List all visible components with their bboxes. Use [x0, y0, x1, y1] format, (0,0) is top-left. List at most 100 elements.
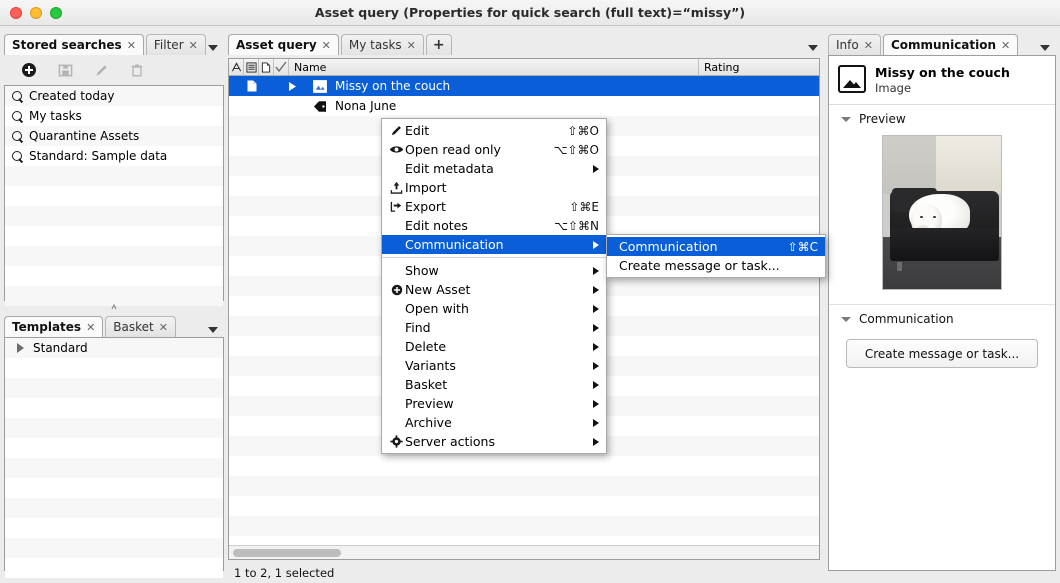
- tab-templates[interactable]: Templates ✕: [4, 316, 103, 337]
- menu-item-label: Edit notes: [405, 218, 544, 233]
- delete-stored-search-button[interactable]: [128, 61, 146, 79]
- submenu-item-communication[interactable]: Communication ⇧⌘C: [607, 237, 825, 256]
- expander-triangle-right-icon[interactable]: [275, 81, 309, 92]
- preview-wall-left: [883, 136, 936, 194]
- save-stored-search-button[interactable]: [56, 61, 74, 79]
- menu-item-edit-metadata[interactable]: Edit metadata: [382, 159, 606, 178]
- stored-searches-toolbar: [4, 55, 224, 85]
- close-icon[interactable]: ✕: [322, 39, 331, 52]
- chevron-down-icon[interactable]: [841, 117, 851, 122]
- menu-item-delete[interactable]: Delete: [382, 337, 606, 356]
- tab-filter[interactable]: Filter ✕: [146, 34, 206, 55]
- chevron-down-icon[interactable]: [208, 327, 218, 333]
- gear-icon: [388, 435, 405, 448]
- create-message-or-task-button[interactable]: Create message or task...: [846, 339, 1038, 368]
- menu-item-preview[interactable]: Preview: [382, 394, 606, 413]
- section-communication[interactable]: Communication: [829, 305, 1055, 333]
- minimize-button[interactable]: [30, 7, 42, 19]
- stored-search-label: Standard: Sample data: [29, 149, 167, 163]
- add-stored-search-button[interactable]: [20, 61, 38, 79]
- search-icon: [12, 131, 23, 142]
- submenu-item-create-message-or-task[interactable]: Create message or task...: [607, 256, 825, 275]
- menu-item-label: Preview: [405, 396, 585, 411]
- chevron-down-icon[interactable]: [841, 317, 851, 322]
- menu-separator: [382, 257, 606, 258]
- tab-label: Asset query: [236, 38, 317, 52]
- close-icon[interactable]: ✕: [1001, 39, 1010, 52]
- column-header-notes[interactable]: [244, 59, 259, 75]
- import-icon: [388, 181, 405, 194]
- scrollbar-thumb[interactable]: [233, 549, 341, 557]
- list-item: [5, 558, 223, 578]
- pencil-icon: [388, 124, 405, 137]
- menu-item-open-read-only[interactable]: Open read only ⌥⇧⌘O: [382, 140, 606, 159]
- tab-stored-searches[interactable]: Stored searches ✕: [4, 34, 144, 55]
- close-button[interactable]: [10, 7, 22, 19]
- menu-item-edit-notes[interactable]: Edit notes ⌥⇧⌘N: [382, 216, 606, 235]
- stored-search-item[interactable]: Created today: [5, 86, 223, 106]
- menu-item-communication[interactable]: Communication: [382, 235, 606, 254]
- section-preview[interactable]: Preview: [829, 105, 1055, 133]
- close-icon[interactable]: ✕: [159, 321, 168, 334]
- column-header-rating[interactable]: Rating: [699, 59, 819, 75]
- menu-item-variants[interactable]: Variants: [382, 356, 606, 375]
- chevron-down-icon[interactable]: [1040, 45, 1050, 51]
- zoom-button[interactable]: [50, 7, 62, 19]
- template-item-standard[interactable]: Standard: [5, 338, 223, 358]
- tab-basket[interactable]: Basket ✕: [105, 316, 176, 337]
- column-header-name[interactable]: Name: [289, 59, 699, 75]
- chevron-down-icon[interactable]: [808, 45, 818, 51]
- tab-label: Filter: [154, 38, 184, 52]
- menu-item-archive[interactable]: Archive: [382, 413, 606, 432]
- menu-item-shortcut: ⇧⌘E: [569, 200, 599, 214]
- tab-info[interactable]: Info ✕: [828, 34, 881, 55]
- image-thumb-icon: [309, 80, 331, 93]
- column-header-annotation[interactable]: [229, 59, 244, 75]
- table-row[interactable]: Nona June: [229, 96, 819, 116]
- menu-item-new-asset[interactable]: New Asset: [382, 280, 606, 299]
- submenu-item-label: Create message or task...: [619, 258, 818, 273]
- status-bar: 1 to 2, 1 selected: [228, 562, 820, 583]
- table-row[interactable]: Missy on the couch: [229, 76, 819, 96]
- tab-communication[interactable]: Communication ✕: [883, 34, 1018, 55]
- new-tab-button[interactable]: +: [426, 34, 452, 55]
- column-header-pages[interactable]: [259, 59, 274, 75]
- menu-item-show[interactable]: Show: [382, 261, 606, 280]
- edit-stored-search-button[interactable]: [92, 61, 110, 79]
- tab-my-tasks[interactable]: My tasks ✕: [341, 34, 424, 55]
- triangle-right-icon[interactable]: [17, 343, 24, 353]
- menu-item-find[interactable]: Find: [382, 318, 606, 337]
- stored-search-item[interactable]: Quarantine Assets: [5, 126, 223, 146]
- templates-list: Standard: [4, 337, 224, 571]
- menu-item-label: Archive: [405, 415, 585, 430]
- row-name: Nona June: [331, 99, 396, 113]
- stored-search-item[interactable]: Standard: Sample data: [5, 146, 223, 166]
- menu-item-basket[interactable]: Basket: [382, 375, 606, 394]
- close-icon[interactable]: ✕: [127, 39, 136, 52]
- close-icon[interactable]: ✕: [864, 39, 873, 52]
- image-icon: [838, 65, 866, 93]
- preview-image[interactable]: [882, 135, 1002, 290]
- chevron-down-icon[interactable]: [208, 45, 218, 51]
- menu-item-server-actions[interactable]: Server actions: [382, 432, 606, 451]
- page-icon: [229, 80, 275, 92]
- menu-item-export[interactable]: Export ⇧⌘E: [382, 197, 606, 216]
- submenu-arrow-icon: [593, 165, 599, 173]
- horizontal-scrollbar[interactable]: [229, 545, 819, 559]
- menu-item-import[interactable]: Import: [382, 178, 606, 197]
- stored-search-item[interactable]: My tasks: [5, 106, 223, 126]
- close-icon[interactable]: ✕: [86, 321, 95, 334]
- list-item: [5, 186, 223, 206]
- column-header-check[interactable]: [274, 59, 289, 75]
- tab-asset-query[interactable]: Asset query ✕: [228, 34, 339, 55]
- menu-item-label: Variants: [405, 358, 585, 373]
- close-icon[interactable]: ✕: [189, 39, 198, 52]
- submenu-arrow-icon: [593, 267, 599, 275]
- table-row-empty: [229, 476, 819, 496]
- templates-panel: Templates ✕ Basket ✕ Standard: [4, 310, 224, 571]
- stored-search-label: My tasks: [29, 109, 82, 123]
- close-icon[interactable]: ✕: [407, 39, 416, 52]
- list-item: [5, 206, 223, 226]
- menu-item-edit[interactable]: Edit ⇧⌘O: [382, 121, 606, 140]
- menu-item-open-with[interactable]: Open with: [382, 299, 606, 318]
